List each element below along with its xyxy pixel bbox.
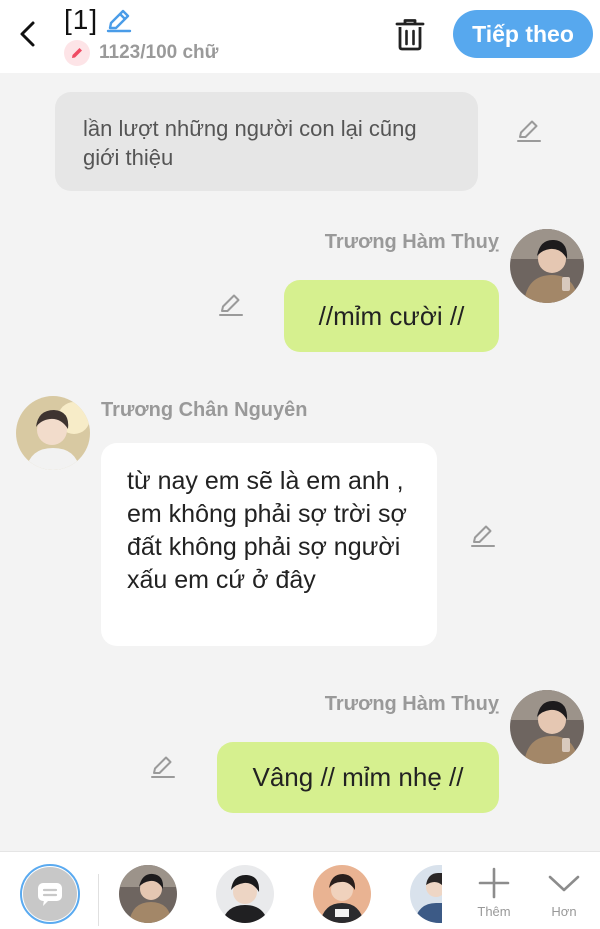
edit-message-button[interactable]: [466, 518, 500, 552]
character-avatar[interactable]: [313, 865, 371, 923]
more-button[interactable]: Hơn: [538, 866, 590, 929]
message-bubble[interactable]: //mỉm cười //: [284, 280, 499, 352]
back-button[interactable]: [10, 14, 46, 54]
word-count: 1123/100 chữ: [64, 40, 218, 66]
more-label: Hơn: [551, 904, 577, 919]
narrator-button[interactable]: [20, 864, 80, 924]
word-count-text: 1123/100 chữ: [99, 42, 219, 63]
divider: [98, 874, 99, 926]
pencil-icon: [219, 294, 243, 316]
edit-message-button[interactable]: [146, 749, 180, 783]
delete-button[interactable]: [388, 12, 432, 56]
message-bubble[interactable]: Vâng // mỉm nhẹ //: [217, 742, 499, 813]
chevron-down-icon: [548, 875, 580, 892]
speaker-name: Trương Hàm Thuỵ: [324, 231, 499, 253]
add-label: Thêm: [477, 904, 511, 919]
narrator-avatar: [23, 867, 77, 921]
narration-bubble[interactable]: lần lượt những người con lại cũng giới t…: [55, 92, 478, 191]
chapter-title: [1]: [64, 4, 99, 35]
pencil-icon: [72, 48, 82, 58]
pencil-icon: [106, 9, 132, 33]
character-avatar[interactable]: [410, 865, 442, 923]
plus-icon: [478, 867, 510, 899]
edit-message-button[interactable]: [214, 287, 248, 321]
character-avatar[interactable]: [216, 865, 274, 923]
speaker-name: Trương Chân Nguyên: [101, 399, 308, 421]
edit-message-button[interactable]: [512, 113, 546, 147]
trash-icon: [395, 19, 425, 51]
top-bar: [1] 1123/100 chữ Tiếp theo: [0, 0, 600, 73]
pencil-icon: [471, 525, 495, 547]
avatar[interactable]: [510, 690, 584, 764]
character-bar: Thêm Hơn: [0, 851, 600, 929]
chevron-left-icon: [20, 21, 35, 47]
word-count-badge: [64, 40, 90, 66]
chapter-title-group: [1]: [64, 4, 134, 36]
pencil-icon: [151, 756, 175, 778]
add-character-button[interactable]: Thêm: [468, 866, 520, 929]
avatar[interactable]: [16, 396, 90, 470]
edit-title-button[interactable]: [104, 5, 134, 35]
message-bubble[interactable]: từ nay em sẽ là em anh , em không phải s…: [101, 443, 437, 646]
avatar[interactable]: [510, 229, 584, 303]
speaker-name: Trương Hàm Thuỵ: [324, 693, 499, 715]
character-avatar[interactable]: [119, 865, 177, 923]
next-button[interactable]: Tiếp theo: [453, 10, 593, 58]
chat-bubble-icon: [38, 883, 62, 906]
pencil-icon: [517, 120, 541, 142]
